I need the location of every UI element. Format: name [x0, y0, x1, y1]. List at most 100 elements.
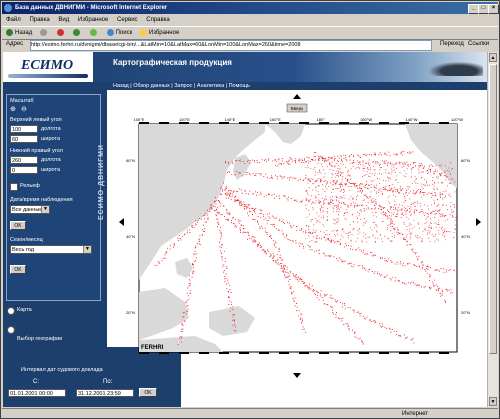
- favorites-button[interactable]: Избранное: [139, 29, 179, 37]
- menu-help[interactable]: Справка: [146, 17, 170, 23]
- track-point: [325, 196, 327, 197]
- links-button[interactable]: Ссылки: [468, 41, 489, 47]
- close-button[interactable]: ×: [488, 4, 499, 14]
- track-point: [211, 208, 213, 210]
- map-up-button[interactable]: Вверх: [286, 103, 308, 113]
- track-point: [281, 262, 283, 264]
- track-point: [388, 201, 390, 203]
- track-point: [377, 271, 379, 273]
- track-point: [217, 207, 219, 209]
- menu-edit[interactable]: Правка: [29, 17, 49, 23]
- track-point: [347, 263, 349, 265]
- radio-map[interactable]: [7, 307, 15, 315]
- track-point: [434, 203, 435, 205]
- scroll-thumb[interactable]: [489, 64, 497, 354]
- track-point: [430, 171, 431, 173]
- top-left-lat-input[interactable]: 60: [10, 135, 38, 143]
- vertical-scrollbar[interactable]: ▲ ▼: [487, 52, 498, 407]
- track-point: [381, 221, 383, 223]
- track-point: [291, 293, 293, 295]
- track-point: [362, 342, 364, 343]
- track-point: [420, 165, 422, 167]
- track-point: [394, 172, 396, 173]
- go-button[interactable]: Переход: [440, 40, 464, 49]
- ok-button-season[interactable]: OK: [10, 265, 26, 274]
- nav-links[interactable]: Назад | Обзор данных | Запрос | Аналитик…: [113, 82, 250, 90]
- pan-up-arrow-icon[interactable]: [293, 94, 301, 99]
- refresh-button[interactable]: [73, 29, 82, 37]
- menu-file[interactable]: Файл: [6, 17, 21, 23]
- track-point: [323, 237, 325, 238]
- track-point: [406, 191, 407, 193]
- track-point: [394, 204, 395, 206]
- search-button[interactable]: Поиск: [106, 29, 132, 37]
- menu-tools[interactable]: Сервис: [117, 17, 138, 23]
- track-point: [340, 155, 342, 156]
- track-point: [354, 332, 355, 334]
- track-point: [336, 196, 338, 198]
- track-point: [260, 173, 262, 175]
- pan-right-arrow-icon[interactable]: [476, 218, 481, 226]
- track-point: [181, 331, 183, 332]
- track-point: [258, 242, 260, 244]
- track-point: [385, 153, 387, 155]
- radio-geography[interactable]: [7, 326, 15, 334]
- track-point: [217, 226, 218, 227]
- esimo-logo[interactable]: ЕСИМО: [3, 52, 93, 82]
- track-point: [426, 205, 428, 207]
- track-point: [394, 236, 395, 238]
- stop-button[interactable]: [56, 29, 66, 37]
- track-point: [260, 217, 262, 219]
- scroll-up-icon[interactable]: ▲: [489, 53, 497, 62]
- bottom-right-lat-input[interactable]: 0: [10, 166, 38, 174]
- track-point: [424, 214, 425, 216]
- track-point: [350, 231, 351, 233]
- track-point: [236, 226, 238, 228]
- track-point: [349, 175, 351, 177]
- from-date-input[interactable]: 01.01.2001 00:00: [8, 389, 66, 397]
- track-point: [345, 166, 346, 168]
- menu-favorites[interactable]: Избранное: [78, 17, 108, 23]
- menu-view[interactable]: Вид: [58, 17, 69, 23]
- ok-button-period[interactable]: OK: [10, 221, 26, 230]
- pan-down-arrow-icon[interactable]: [293, 373, 301, 378]
- track-point: [274, 197, 275, 199]
- pan-left-arrow-icon[interactable]: [119, 218, 124, 226]
- track-point: [293, 291, 294, 293]
- bottom-right-lon-input[interactable]: 260: [10, 156, 38, 164]
- address-input[interactable]: http://esimo.ferhri.ru/dvnigmi/dbase/cgi…: [30, 40, 432, 51]
- track-point: [379, 205, 381, 207]
- track-point: [308, 286, 310, 288]
- back-button[interactable]: Назад: [6, 29, 32, 37]
- track-point: [410, 168, 412, 170]
- relief-checkbox[interactable]: [10, 183, 18, 191]
- track-point: [302, 326, 304, 328]
- zoom-out-icon[interactable]: ⊖: [21, 105, 27, 113]
- track-point: [234, 174, 236, 176]
- track-point: [361, 204, 362, 206]
- home-button[interactable]: [89, 29, 99, 37]
- track-point: [307, 199, 309, 201]
- track-point: [203, 224, 204, 226]
- period-select[interactable]: Все данные ▼: [10, 205, 50, 214]
- track-point: [278, 264, 280, 266]
- track-point: [380, 188, 382, 190]
- vertical-label: ЕСИМО ДВНИГМИ: [98, 144, 105, 220]
- track-point: [343, 231, 345, 233]
- track-point: [308, 179, 310, 181]
- track-point: [396, 231, 398, 233]
- track-point: [245, 204, 247, 206]
- track-point: [272, 257, 274, 259]
- scroll-down-icon[interactable]: ▼: [489, 397, 497, 406]
- track-point: [427, 213, 429, 214]
- track-point: [331, 240, 332, 242]
- track-point: [259, 162, 261, 163]
- season-select[interactable]: Весь год ▼: [10, 245, 92, 254]
- zoom-in-icon[interactable]: ⊕: [10, 105, 16, 113]
- track-point: [413, 342, 415, 344]
- forward-button[interactable]: [39, 29, 49, 37]
- track-point: [378, 208, 379, 209]
- track-point: [415, 202, 417, 204]
- track-point: [390, 189, 391, 191]
- top-left-lon-input[interactable]: 100: [10, 125, 38, 133]
